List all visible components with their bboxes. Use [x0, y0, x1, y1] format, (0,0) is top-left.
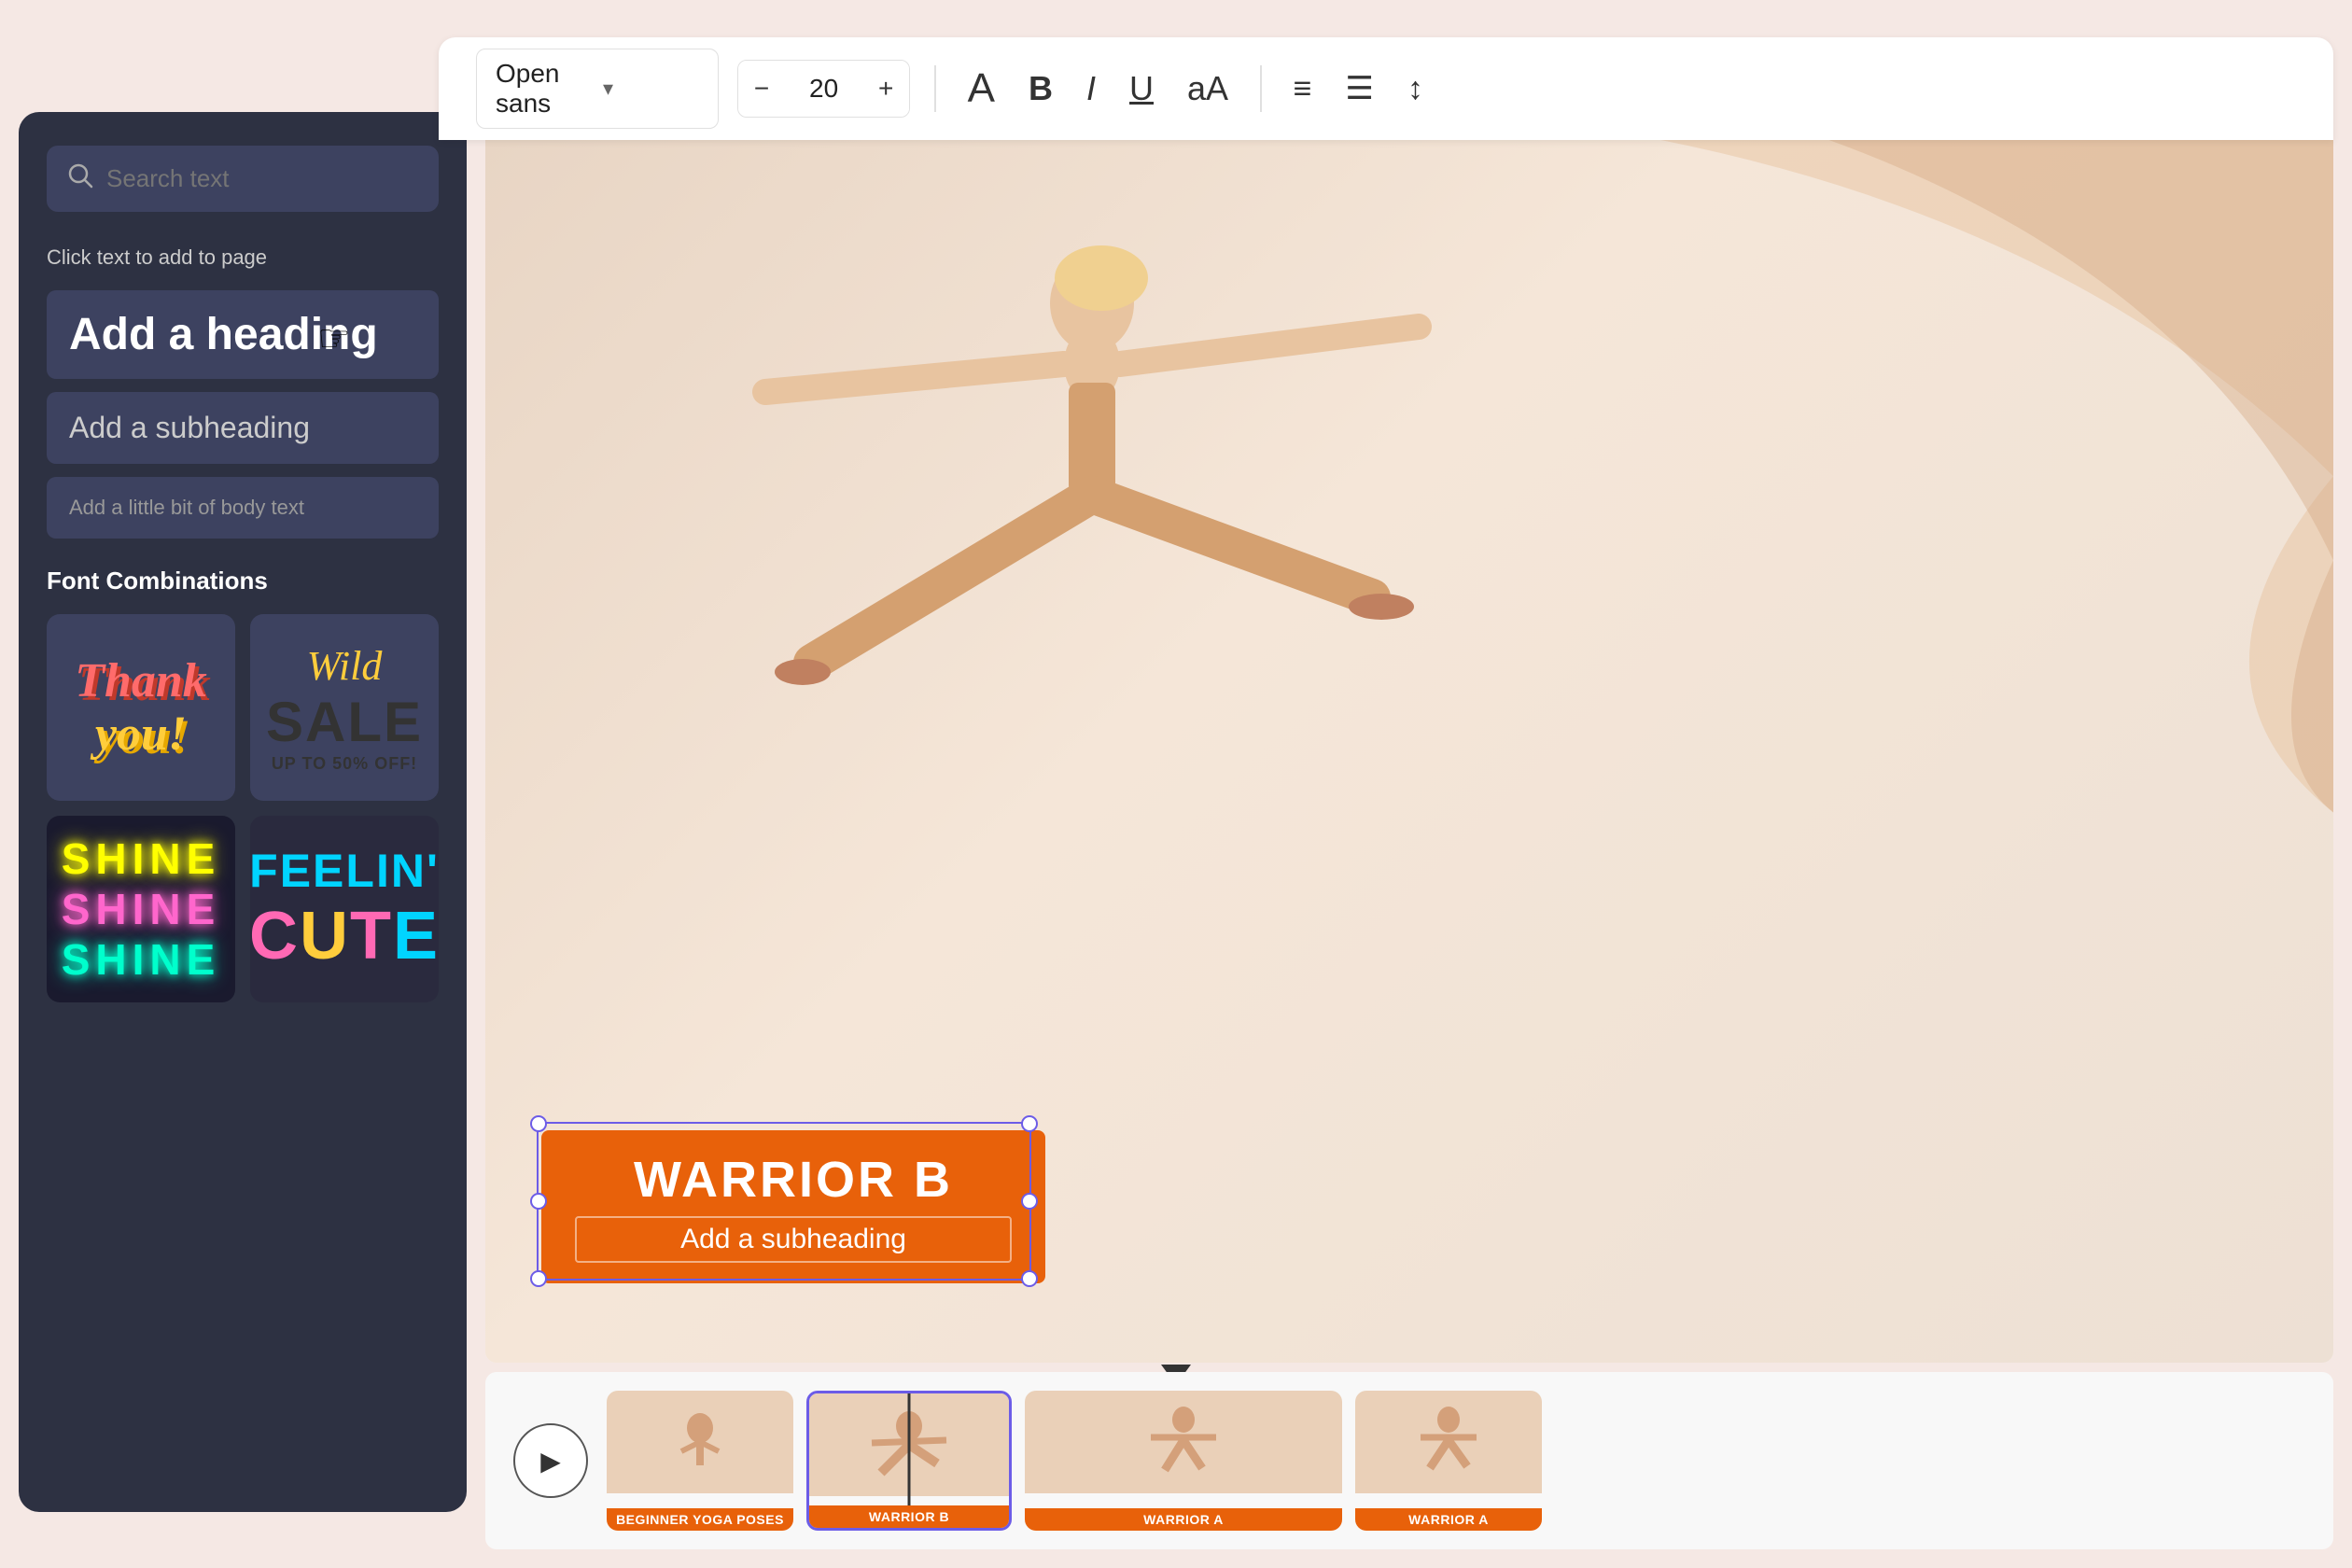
- timeline-thumb-1[interactable]: BEGINNER YOGA POSES: [607, 1391, 793, 1531]
- font-size-control: − 20 +: [737, 60, 910, 118]
- thank-you-combo[interactable]: Thank you!: [47, 614, 235, 801]
- timeline-thumb-4[interactable]: WARRIOR A: [1355, 1391, 1542, 1531]
- toolbar: Open sans ▾ − 20 + A B I U aA ≡ ☰ ↕: [439, 37, 2333, 140]
- underline-icon[interactable]: U: [1122, 62, 1161, 116]
- bold-icon[interactable]: B: [1021, 62, 1060, 116]
- thumb-2-label: WARRIOR B: [809, 1505, 1009, 1528]
- warrior-subtitle: Add a subheading: [575, 1216, 1012, 1263]
- search-box[interactable]: [47, 146, 439, 212]
- playhead: [908, 1391, 911, 1505]
- font-size-value: 20: [794, 74, 853, 104]
- wild-sale-combo[interactable]: Wild SALE UP TO 50% OFF!: [250, 614, 439, 801]
- canvas-area: WARRIOR B Add a subheading: [485, 140, 2333, 1363]
- shine-text: SHINE SHINE SHINE: [62, 833, 221, 985]
- shine-line3: SHINE: [62, 934, 221, 985]
- play-icon: ▶: [540, 1446, 561, 1477]
- feelin-line1: FEELIN': [250, 844, 439, 898]
- search-input[interactable]: [106, 164, 419, 193]
- text-size-icon[interactable]: A: [960, 58, 1002, 119]
- feelin-cute-text: FEELIN' CUTE: [250, 844, 439, 974]
- wild-sale-line1: Wild: [266, 642, 423, 690]
- wild-sale-text: Wild SALE UP TO 50% OFF!: [257, 633, 432, 783]
- thank-you-line2: you!: [75, 707, 207, 761]
- play-button[interactable]: ▶: [513, 1423, 588, 1498]
- thank-you-text: Thank you!: [75, 654, 207, 761]
- toolbar-divider-1: [934, 65, 936, 112]
- font-name: Open sans: [496, 59, 592, 119]
- chevron-down-icon: ▾: [603, 77, 699, 101]
- thumb-4-label: WARRIOR A: [1355, 1508, 1542, 1531]
- align-icon[interactable]: ≡: [1286, 63, 1320, 115]
- font-size-increase-button[interactable]: +: [862, 61, 909, 117]
- feelin-cute-combo[interactable]: FEELIN' CUTE: [250, 816, 439, 1002]
- thumb-3-image: [1025, 1391, 1342, 1493]
- warrior-text-block[interactable]: WARRIOR B Add a subheading: [541, 1130, 1045, 1283]
- yoga-figure: [672, 177, 1512, 737]
- font-combinations-label: Font Combinations: [47, 567, 439, 595]
- left-panel: Click text to add to page Add a heading …: [19, 112, 467, 1512]
- click-label: Click text to add to page: [47, 245, 439, 270]
- font-selector[interactable]: Open sans ▾: [476, 49, 719, 129]
- warrior-title: WARRIOR B: [575, 1151, 1012, 1209]
- font-size-decrease-button[interactable]: −: [738, 61, 785, 117]
- thumb-3-label: WARRIOR A: [1025, 1508, 1342, 1531]
- toolbar-divider-2: [1260, 65, 1262, 112]
- spacing-icon[interactable]: ↕: [1400, 63, 1431, 115]
- thumb-1-label: BEGINNER YOGA POSES: [607, 1508, 793, 1531]
- timeline-thumb-3[interactable]: WARRIOR A: [1025, 1391, 1342, 1531]
- timeline: ▶ BEGINNER YOGA POSES: [485, 1372, 2333, 1549]
- wild-sale-line2: SALE: [266, 690, 423, 754]
- thumb-2-image: [809, 1393, 1009, 1496]
- wild-sale-line3: UP TO 50% OFF!: [266, 754, 423, 774]
- thumb-4-image: [1355, 1391, 1542, 1493]
- add-heading-option[interactable]: Add a heading: [47, 290, 439, 379]
- thumb-4-figure: [1402, 1405, 1495, 1479]
- thumb-3-figure: [1113, 1405, 1253, 1479]
- italic-icon[interactable]: I: [1079, 62, 1103, 116]
- thank-you-line1: Thank: [75, 654, 207, 707]
- timeline-tracks: BEGINNER YOGA POSES WARRIOR B: [607, 1386, 2305, 1535]
- shine-line2: SHINE: [62, 884, 221, 934]
- canvas-image: WARRIOR B Add a subheading: [485, 140, 2333, 1363]
- timeline-thumb-2[interactable]: WARRIOR B: [806, 1391, 1012, 1531]
- font-combos-grid: Thank you! Wild SALE UP TO 50% OFF! SHIN…: [47, 614, 439, 1002]
- feelin-line2: CUTE: [250, 898, 439, 974]
- shine-line1: SHINE: [62, 833, 221, 884]
- thumb-1-image: [607, 1391, 793, 1493]
- thumb-1-figure: [653, 1405, 747, 1479]
- shine-combo[interactable]: SHINE SHINE SHINE: [47, 816, 235, 1002]
- list-icon[interactable]: ☰: [1337, 63, 1380, 115]
- add-body-option[interactable]: Add a little bit of body text: [47, 477, 439, 539]
- add-subheading-option[interactable]: Add a subheading: [47, 392, 439, 464]
- case-icon[interactable]: aA: [1180, 62, 1236, 116]
- search-icon: [67, 162, 93, 195]
